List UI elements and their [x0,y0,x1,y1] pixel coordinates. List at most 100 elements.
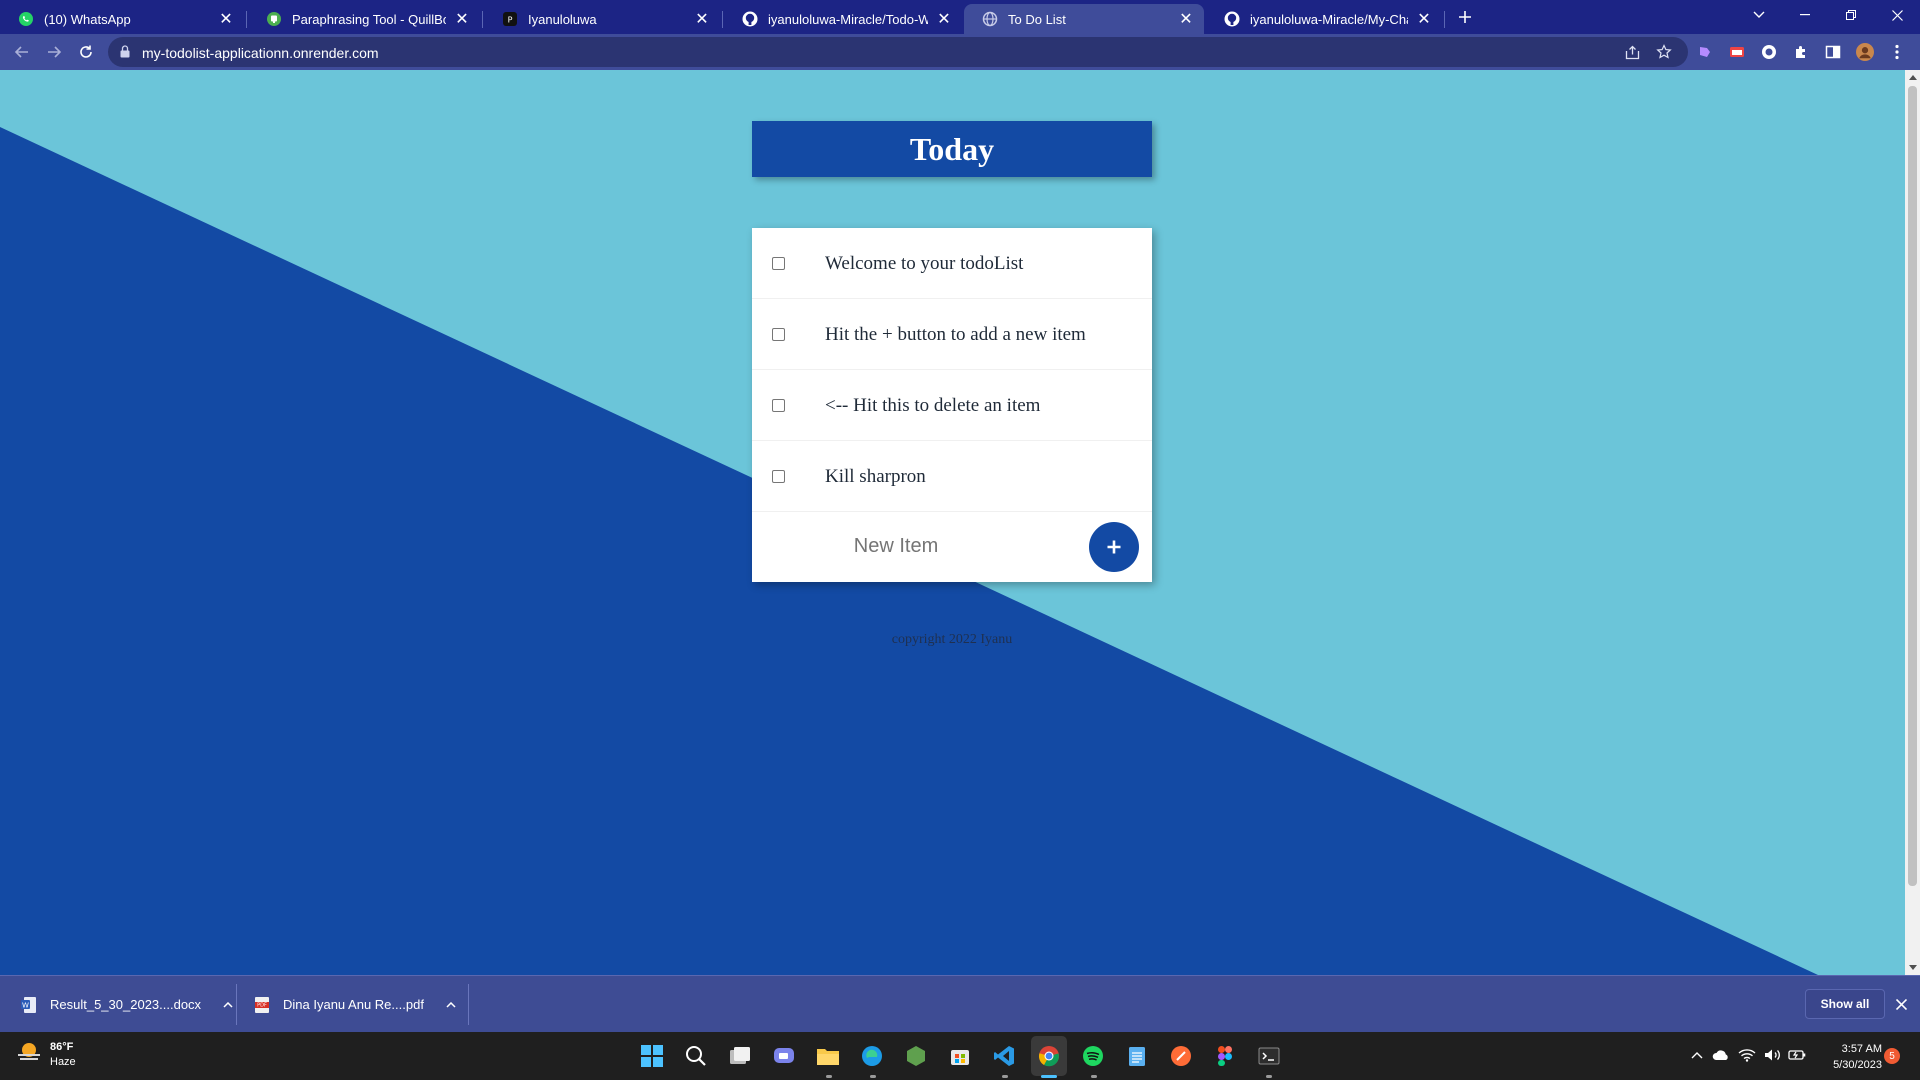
weather-widget[interactable]: 86°F Haze [16,1039,76,1070]
tab-separator [1444,11,1445,28]
notepad-icon[interactable] [1123,1042,1151,1070]
close-tab-icon[interactable]: ✕ [694,11,710,28]
side-panel-icon[interactable] [1824,43,1842,61]
svg-text:P: P [508,16,513,25]
figma-icon[interactable] [1211,1042,1239,1070]
scrollbar-thumb[interactable] [1908,86,1917,886]
github-icon [1224,11,1240,27]
system-clock[interactable]: 3:57 AM 5/30/2023 [1812,1041,1882,1073]
svg-text:PDF: PDF [257,1002,267,1008]
tab-chat-repo[interactable]: iyanuloluwa-Miracle/My-Chat-Ap ✕ [1206,4,1442,34]
delete-checkbox[interactable] [772,399,785,412]
minimize-icon[interactable] [1782,0,1828,30]
running-indicator [870,1075,876,1078]
microsoft-store-icon[interactable] [946,1042,974,1070]
battery-icon[interactable] [1788,1046,1806,1064]
scroll-up-arrow-icon[interactable] [1909,75,1917,80]
github-icon [742,11,758,27]
browser-tab-strip: (10) WhatsApp ✕ Paraphrasing Tool - Quil… [0,0,1920,34]
tab-title: Iyanuloluwa [528,11,597,27]
close-icon[interactable] [1892,995,1910,1013]
scroll-down-arrow-icon[interactable] [1909,965,1917,970]
download-item[interactable]: W Result_5_30_2023....docx [20,976,235,1033]
restore-icon[interactable] [1828,0,1874,30]
close-tab-icon[interactable]: ✕ [454,11,470,28]
download-separator [236,984,237,1025]
lock-icon[interactable] [120,45,130,63]
tab-title: Paraphrasing Tool - QuillBot AI [292,11,446,27]
show-all-button[interactable]: Show all [1805,989,1885,1019]
forward-arrow-icon[interactable] [42,40,66,64]
node-icon[interactable] [902,1042,930,1070]
todo-card: Welcome to your todoList Hit the + butto… [752,228,1152,582]
page-viewport: Today Welcome to your todoList Hit the +… [0,70,1920,975]
onedrive-cloud-icon[interactable] [1712,1046,1730,1064]
download-filename: Dina Iyanu Anu Re....pdf [283,997,424,1012]
chrome-icon[interactable] [1035,1042,1063,1070]
address-bar[interactable]: my-todolist-applicationn.onrender.com [108,37,1688,67]
clock-time: 3:57 AM [1841,1043,1882,1055]
new-item-input[interactable] [766,528,1026,564]
vscode-icon[interactable] [990,1042,1018,1070]
tab-quillbot[interactable]: Paraphrasing Tool - QuillBot AI ✕ [248,4,480,34]
tab-whatsapp[interactable]: (10) WhatsApp ✕ [0,4,244,34]
list-item-text: Hit the + button to add a new item [825,324,1086,345]
extension-icon[interactable] [1760,43,1778,61]
running-indicator [1002,1075,1008,1078]
tab-search-icon[interactable] [1736,0,1782,30]
chevron-up-icon[interactable] [444,998,458,1012]
chrome-menu-icon[interactable] [1888,43,1906,61]
close-tab-icon[interactable]: ✕ [218,11,234,28]
list-item-text: Welcome to your todoList [825,253,1024,274]
tab-separator [246,11,247,28]
spotify-icon[interactable] [1079,1042,1107,1070]
profile-avatar[interactable] [1856,43,1874,61]
extension-icon[interactable] [1728,43,1746,61]
puzzle-icon[interactable] [1792,43,1810,61]
close-tab-icon[interactable]: ✕ [936,11,952,28]
close-tab-icon[interactable]: ✕ [1178,11,1194,28]
close-tab-icon[interactable]: ✕ [1416,11,1432,28]
wifi-icon[interactable] [1738,1046,1756,1064]
delete-checkbox[interactable] [772,328,785,341]
file-explorer-icon[interactable] [814,1042,842,1070]
extension-icon[interactable] [1696,43,1714,61]
chevron-up-icon[interactable] [1688,1046,1706,1064]
tab-title: (10) WhatsApp [44,11,131,27]
download-item[interactable]: PDF Dina Iyanu Anu Re....pdf [253,976,458,1033]
tab-todo-repo[interactable]: iyanuloluwa-Miracle/Todo-Weba ✕ [724,4,962,34]
share-icon[interactable] [1624,44,1640,60]
running-indicator [1266,1075,1272,1078]
search-icon[interactable] [682,1042,710,1070]
weather-temp: 86°F [50,1040,74,1053]
tab-title: To Do List [1008,11,1066,27]
add-item-button[interactable] [1089,522,1139,572]
svg-text:W: W [22,1001,29,1009]
chevron-up-icon[interactable] [221,998,235,1012]
task-view-icon[interactable] [726,1042,754,1070]
bookmark-star-icon[interactable] [1656,44,1672,60]
new-tab-button[interactable] [1454,6,1476,28]
delete-checkbox[interactable] [772,257,785,270]
weather-desc: Haze [50,1055,76,1068]
volume-icon[interactable] [1764,1046,1782,1064]
postman-icon[interactable] [1167,1042,1195,1070]
windows-start-icon[interactable] [638,1042,666,1070]
tab-separator [722,11,723,28]
new-item-row [752,512,1152,582]
edge-icon[interactable] [858,1042,886,1070]
delete-checkbox[interactable] [772,470,785,483]
page-title: Today [909,130,995,167]
notification-badge[interactable]: 5 [1884,1048,1900,1064]
reload-icon[interactable] [74,40,98,64]
teams-chat-icon[interactable] [770,1042,798,1070]
list-item-text: <-- Hit this to delete an item [825,395,1041,416]
terminal-icon[interactable] [1255,1042,1283,1070]
url-text: my-todolist-applicationn.onrender.com [142,45,379,61]
tab-to-do-list[interactable]: To Do List ✕ [964,4,1204,34]
close-window-icon[interactable] [1874,0,1920,30]
back-arrow-icon[interactable] [10,40,34,64]
word-doc-icon: W [20,995,38,1015]
page-scrollbar[interactable] [1905,70,1920,975]
tab-iyanuloluwa[interactable]: P Iyanuloluwa ✕ [484,4,720,34]
